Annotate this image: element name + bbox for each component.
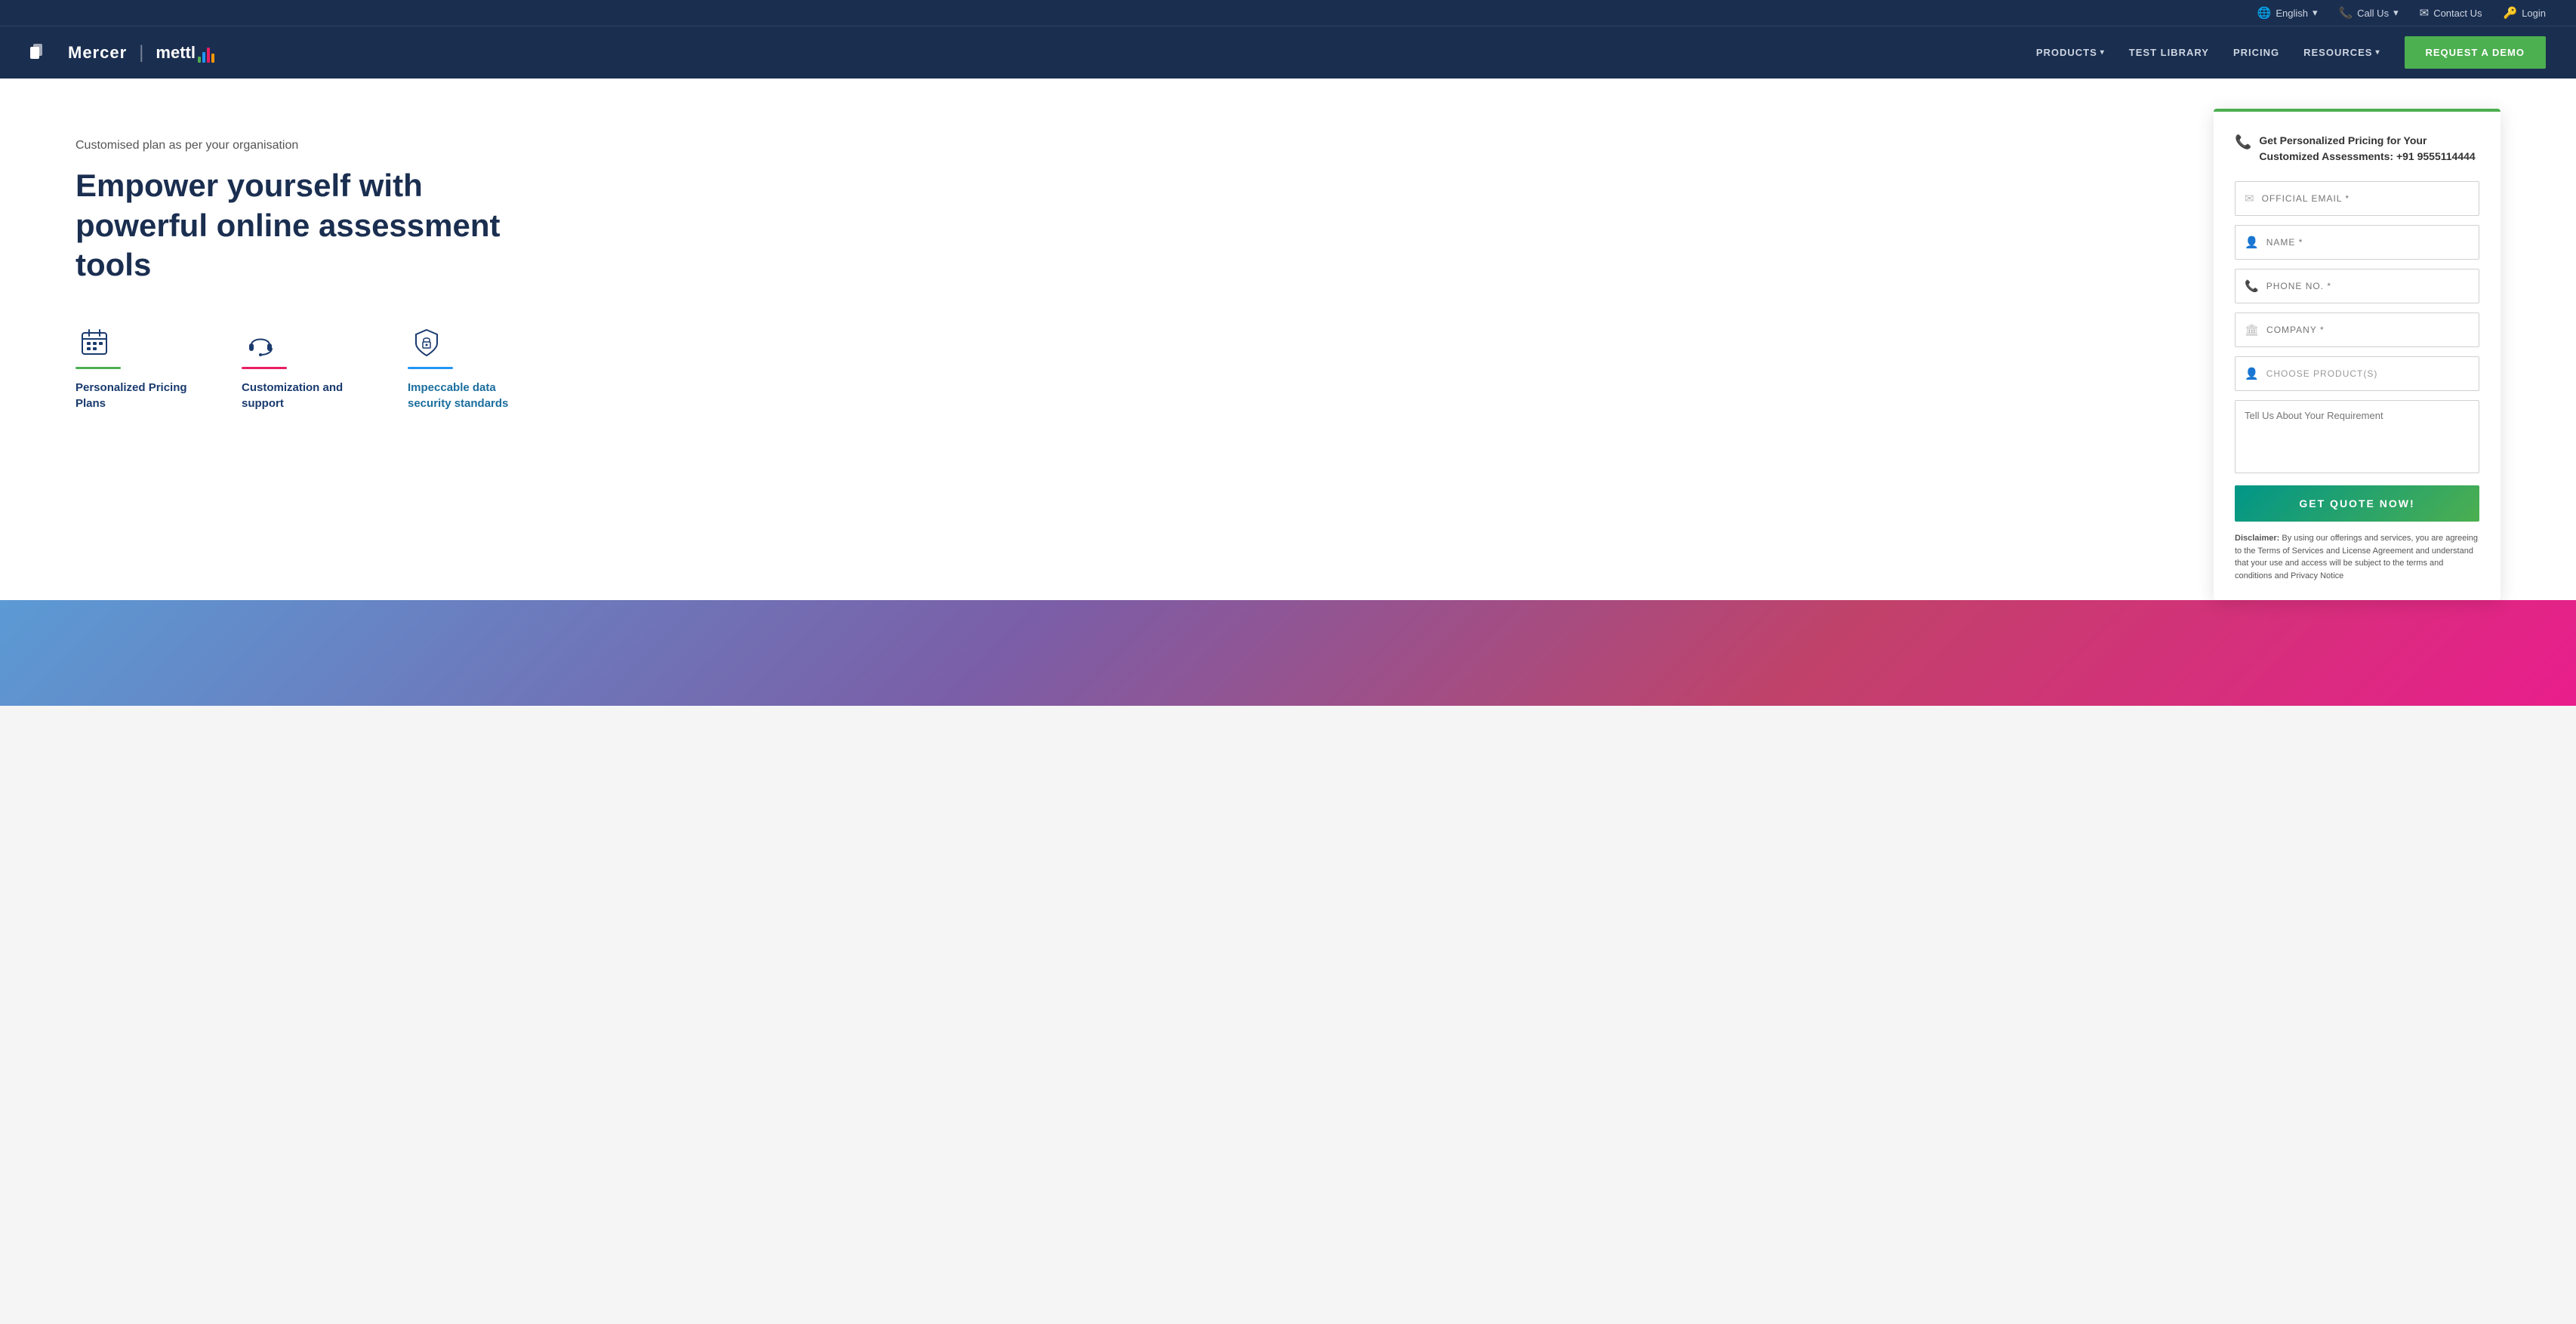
language-label: English [2276, 8, 2308, 19]
disclaimer-bold: Disclaimer: [2235, 534, 2279, 543]
logo-area: Mercer | mettl [30, 42, 214, 63]
feature-security: Impeccable data security standards [408, 323, 528, 411]
hero-left: Customised plan as per your organisation… [75, 124, 528, 411]
company-field-wrap: 🏛 [2235, 313, 2479, 347]
form-header-text: Get Personalized Pricing for Your Custom… [2259, 133, 2479, 165]
call-caret: ▾ [2393, 7, 2399, 19]
contact-us-link[interactable]: ✉ Contact Us [2420, 6, 2482, 20]
call-us-link[interactable]: 📞 Call Us ▾ [2338, 6, 2398, 20]
mettl-logo: mettl [156, 43, 214, 63]
feature1-label: Personalized Pricing Plans [75, 380, 196, 411]
name-input[interactable] [2266, 226, 2470, 259]
phone-field-wrap: 📞 [2235, 269, 2479, 303]
phone-icon: 📞 [2338, 6, 2353, 20]
disclaimer-text: Disclaimer: By using our offerings and s… [2235, 532, 2479, 582]
globe-icon: 🌐 [2257, 6, 2272, 20]
person-icon: 👤 [2245, 236, 2259, 249]
requirement-textarea[interactable] [2236, 401, 2479, 469]
nav-products[interactable]: PRODUCTS ▾ [2036, 47, 2105, 58]
feature1-underline [75, 367, 121, 369]
nav-resources-label: RESOURCES [2303, 47, 2372, 58]
nav-pricing-label: PRICING [2233, 47, 2279, 58]
phone-green-icon: 📞 [2235, 134, 2251, 150]
hero-subtitle: Customised plan as per your organisation [75, 139, 528, 152]
features-list: Personalized Pricing Plans Customization… [75, 323, 528, 411]
nav-test-library[interactable]: TEST LIBRARY [2129, 47, 2209, 58]
call-us-label: Call Us [2357, 8, 2389, 19]
company-input[interactable] [2266, 313, 2470, 346]
request-demo-button[interactable]: REQUEST A DEMO [2405, 36, 2547, 69]
language-selector[interactable]: 🌐 English ▾ [2257, 6, 2318, 20]
logo-divider: | [139, 42, 143, 63]
nav-products-label: PRODUCTS [2036, 47, 2097, 58]
feature-personalized-pricing: Personalized Pricing Plans [75, 323, 196, 411]
nav-resources[interactable]: RESOURCES ▾ [2303, 47, 2380, 58]
calendar-icon [75, 323, 113, 361]
mettl-logo-text: mettl [156, 43, 196, 63]
products-caret: ▾ [2100, 48, 2105, 57]
feature2-underline [242, 367, 287, 369]
mercer-logo-text: Mercer [68, 43, 127, 63]
login-link[interactable]: 🔑 Login [2504, 6, 2547, 20]
login-label: Login [2522, 8, 2546, 19]
phone-input[interactable] [2266, 269, 2470, 303]
building-icon: 🏛 [2245, 323, 2259, 337]
phone-field-icon: 📞 [2245, 279, 2259, 293]
feature-customization: Customization and support [242, 323, 362, 411]
hero-section: Customised plan as per your organisation… [0, 79, 2576, 600]
quote-form-card: 📞 Get Personalized Pricing for Your Cust… [2214, 109, 2501, 600]
product-select[interactable]: CHOOSE PRODUCT(S) Assessments Proctoring… [2266, 357, 2470, 390]
nav-links: PRODUCTS ▾ TEST LIBRARY PRICING RESOURCE… [2036, 36, 2546, 69]
main-nav: Mercer | mettl PRODUCTS ▾ TEST LIBRARY P… [0, 26, 2576, 79]
nav-pricing[interactable]: PRICING [2233, 47, 2279, 58]
requirement-textarea-wrap [2235, 400, 2479, 473]
feature3-label: Impeccable data security standards [408, 380, 528, 411]
product-field-wrap: 👤 CHOOSE PRODUCT(S) Assessments Proctori… [2235, 356, 2479, 391]
email-field-icon: ✉ [2245, 192, 2254, 205]
person-circle-icon: 👤 [2245, 367, 2259, 380]
feature3-underline [408, 367, 453, 369]
email-field-wrap: ✉ [2235, 181, 2479, 216]
mercer-logo-icon [30, 44, 57, 62]
key-icon: 🔑 [2504, 6, 2518, 20]
top-bar: 🌐 English ▾ 📞 Call Us ▾ ✉ Contact Us 🔑 L… [0, 0, 2576, 26]
form-header: 📞 Get Personalized Pricing for Your Cust… [2235, 133, 2479, 165]
hero-title: Empower yourself with powerful online as… [75, 166, 528, 285]
email-icon: ✉ [2420, 6, 2430, 20]
resources-caret: ▾ [2375, 48, 2380, 57]
headset-icon [242, 323, 279, 361]
bottom-gradient-band [0, 585, 2576, 706]
feature2-label: Customization and support [242, 380, 362, 411]
language-caret: ▾ [2313, 7, 2318, 19]
contact-us-label: Contact Us [2433, 8, 2482, 19]
nav-test-library-label: TEST LIBRARY [2129, 47, 2209, 58]
get-quote-button[interactable]: GET QUOTE NOW! [2235, 485, 2479, 522]
name-field-wrap: 👤 [2235, 225, 2479, 260]
shield-lock-icon [408, 323, 445, 361]
email-input[interactable] [2262, 182, 2470, 215]
mettl-bars-icon [198, 48, 214, 63]
